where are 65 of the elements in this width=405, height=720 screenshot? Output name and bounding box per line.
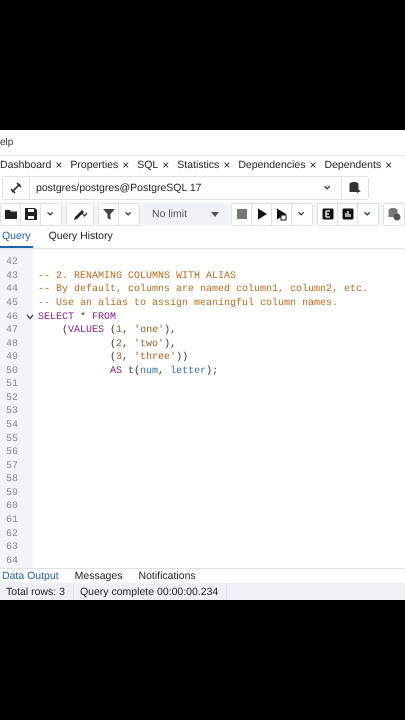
output-tab[interactable]: Messages (72, 569, 124, 583)
menu-item[interactable]: elp (0, 137, 14, 148)
code-line: -- 2. RENAMING COLUMNS WITH ALIAS (38, 270, 236, 282)
folder-icon (4, 207, 18, 221)
code-line: -- By default, columns are named column1, column2, etc. (38, 284, 368, 296)
stop-icon (234, 207, 248, 221)
line-number: 48 (5, 338, 20, 350)
line-number: 54 (5, 420, 20, 432)
fold-icon[interactable] (26, 314, 34, 320)
line-number: 62 (5, 528, 20, 540)
line-number: 58 (5, 474, 20, 486)
close-icon[interactable]: × (162, 158, 170, 172)
panel-tab[interactable]: Statistics × (177, 158, 230, 172)
line-number: 55 (5, 434, 20, 445)
line-number: 51 (5, 379, 20, 390)
line-number: 56 (5, 447, 20, 458)
limit-dropdown[interactable]: No limit (144, 204, 227, 224)
connection-icon (9, 181, 23, 195)
row-count: Total rows: 3 (0, 583, 74, 600)
line-number: 45 (5, 298, 20, 309)
connection-value: postgres/postgres@PostgreSQL 17 (35, 182, 203, 194)
database-icon (348, 181, 362, 195)
play-step-icon (274, 207, 288, 221)
line-number: 49 (5, 352, 20, 364)
close-icon[interactable]: × (122, 158, 130, 172)
code-line: AS t(num, letter); (109, 366, 218, 377)
panel-tab[interactable]: Dependents × (324, 158, 392, 172)
database-check-icon (387, 207, 401, 221)
panel-tab[interactable]: Dashboard × (0, 158, 62, 172)
close-icon[interactable]: × (55, 158, 62, 172)
connection-dropdown[interactable]: postgres/postgres@PostgreSQL 17 (2, 176, 369, 200)
output-tab[interactable]: Notifications (136, 569, 198, 583)
line-number: 60 (5, 501, 20, 512)
line-number: 53 (5, 406, 20, 418)
caret-icon (211, 212, 219, 216)
output-tab[interactable]: Data Output (0, 569, 61, 583)
line-number: 61 (5, 514, 20, 526)
code-line: (3, 'three')) (109, 352, 188, 364)
line-number: 44 (5, 284, 20, 296)
line-number: 42 (5, 257, 20, 268)
chart-icon (340, 207, 354, 221)
panel-tab[interactable]: Properties × (70, 158, 130, 172)
line-number: 47 (5, 325, 20, 336)
filter-icon (102, 207, 116, 221)
line-number: 63 (5, 542, 20, 554)
line-number: 46 (5, 312, 20, 323)
code-line: (VALUES (1, 'one'), (61, 325, 176, 336)
line-number: 43 (5, 270, 20, 282)
line-number: 50 (5, 366, 20, 377)
status-message: Query complete 00:00:00.234 (74, 583, 228, 600)
code-line: -- Use an alias to assign meaningful column names. (38, 298, 338, 309)
query-tab[interactable]: Query History (46, 226, 115, 248)
close-icon[interactable]: × (309, 158, 316, 172)
code-line: SELECT * FROM (38, 312, 116, 323)
line-number: 57 (5, 460, 20, 472)
line-number: 52 (5, 392, 20, 404)
line-number: 64 (5, 556, 20, 567)
explain-icon (320, 207, 334, 221)
close-icon[interactable]: × (385, 158, 392, 172)
panel-tab[interactable]: SQL × (137, 158, 170, 172)
save-icon (24, 207, 38, 221)
panel-tab[interactable]: Dependencies × (238, 158, 316, 172)
line-number: 59 (5, 488, 20, 499)
code-line: (2, 'two'), (109, 338, 176, 350)
close-icon[interactable]: × (223, 158, 230, 172)
